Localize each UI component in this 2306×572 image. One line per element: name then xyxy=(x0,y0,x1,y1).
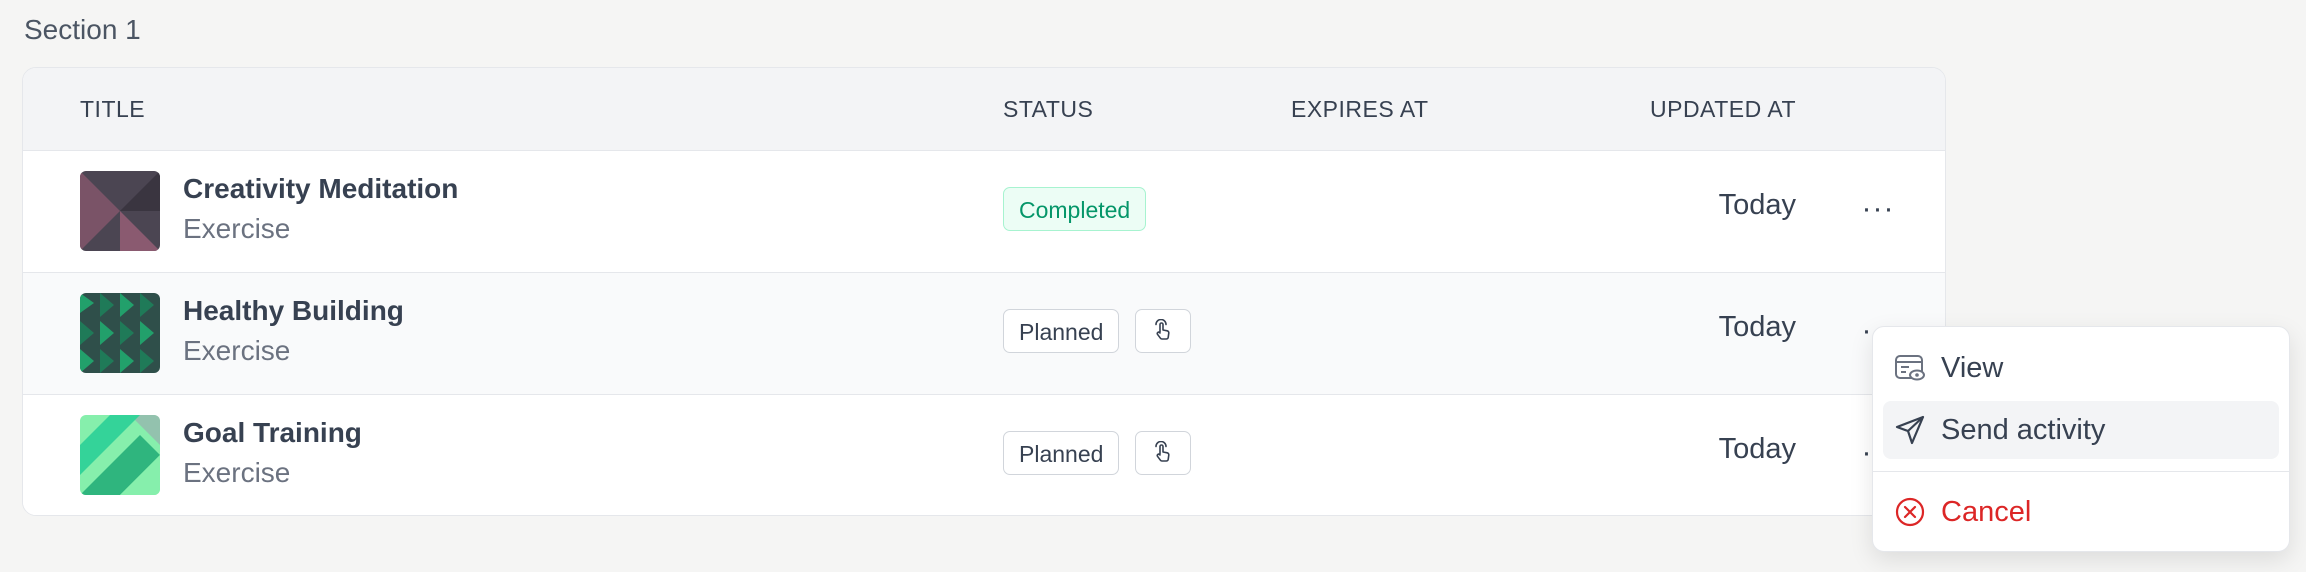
menu-item-label: Cancel xyxy=(1941,495,2032,528)
item-type: Exercise xyxy=(183,457,291,488)
item-type: Exercise xyxy=(183,335,291,366)
table-row[interactable]: Healthy Building Exercise Planned Today … xyxy=(23,273,1945,395)
hand-pointer-icon xyxy=(1155,441,1170,462)
menu-item-label: View xyxy=(1941,351,2004,384)
status-badge: Planned xyxy=(1003,431,1120,475)
activities-table: TITLE STATUS EXPIRES AT UPDATED AT Creat… xyxy=(22,67,1946,516)
item-title[interactable]: Creativity Meditation xyxy=(183,173,458,205)
row-actions-menu: View Send activity Cancel xyxy=(1872,326,2290,552)
updated-at: Today xyxy=(1718,433,1796,465)
status-badge: Planned xyxy=(1003,309,1120,353)
more-icon: ··· xyxy=(1861,192,1895,225)
updated-at: Today xyxy=(1718,189,1796,221)
table-header: TITLE STATUS EXPIRES AT UPDATED AT xyxy=(23,68,1945,151)
menu-item-label: Send activity xyxy=(1941,413,2106,446)
column-header-updated-at[interactable]: UPDATED AT xyxy=(1650,68,1796,150)
table-row[interactable]: Creativity Meditation Exercise Completed… xyxy=(23,151,1945,273)
more-options-button[interactable]: ··· xyxy=(1858,191,1898,227)
healthy-building-thumbnail xyxy=(80,293,160,373)
menu-divider xyxy=(1873,471,2289,472)
column-header-expires-at[interactable]: EXPIRES AT xyxy=(1291,68,1429,150)
section-title: Section 1 xyxy=(24,14,141,45)
view-icon xyxy=(1891,349,1929,387)
column-header-title[interactable]: TITLE xyxy=(80,68,145,150)
table-row[interactable]: Goal Training Exercise Planned Today ··· xyxy=(23,395,1945,515)
manual-trigger-button[interactable] xyxy=(1135,431,1191,475)
column-header-status[interactable]: STATUS xyxy=(1003,68,1093,150)
cancel-icon xyxy=(1891,493,1929,531)
manual-trigger-button[interactable] xyxy=(1135,309,1191,353)
status-badge: Completed xyxy=(1003,187,1147,231)
send-icon xyxy=(1891,411,1929,449)
creativity-thumbnail xyxy=(80,171,160,251)
item-title[interactable]: Goal Training xyxy=(183,417,362,449)
goal-training-thumbnail xyxy=(80,415,160,495)
hand-pointer-icon xyxy=(1155,319,1170,340)
item-title[interactable]: Healthy Building xyxy=(183,295,404,327)
updated-at: Today xyxy=(1718,311,1796,343)
item-type: Exercise xyxy=(183,213,291,244)
menu-item-view[interactable]: View xyxy=(1883,339,2279,397)
menu-item-send-activity[interactable]: Send activity xyxy=(1883,401,2279,459)
menu-item-cancel[interactable]: Cancel xyxy=(1883,483,2279,541)
